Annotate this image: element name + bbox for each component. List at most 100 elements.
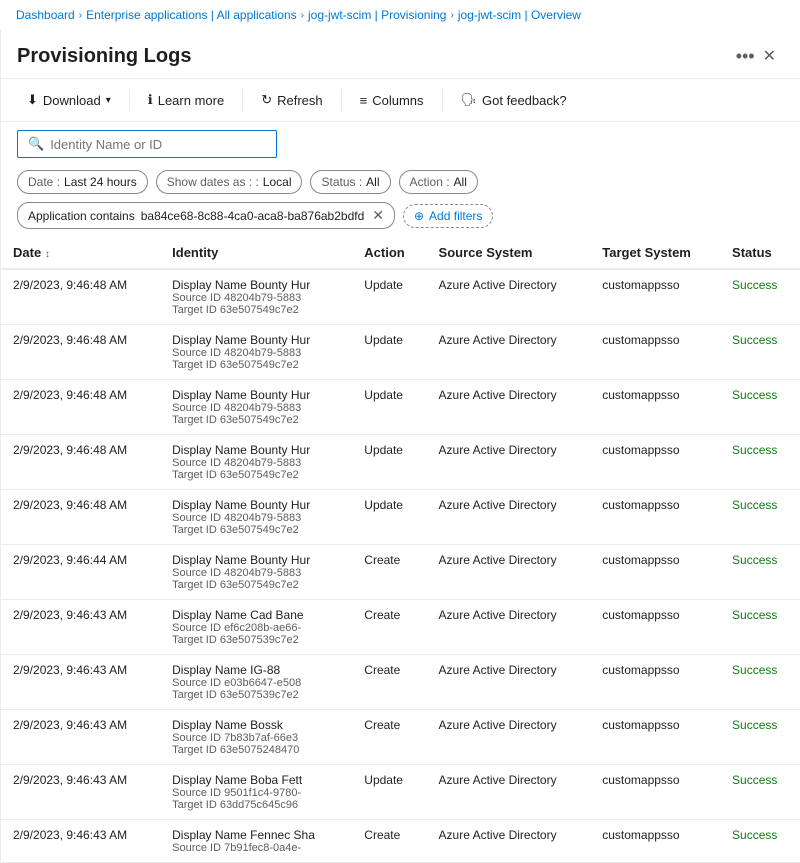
search-input[interactable] [50, 137, 266, 152]
table-row[interactable]: 2/9/2023, 9:46:48 AM Display Name Bounty… [1, 269, 800, 325]
table-row[interactable]: 2/9/2023, 9:46:48 AM Display Name Bounty… [1, 490, 800, 545]
col-date-label: Date [13, 245, 41, 260]
col-action-label: Action [364, 245, 404, 260]
identity-source-id-2: Source ID 48204b79-5883 [172, 402, 340, 414]
refresh-button[interactable]: ↻ Refresh [251, 87, 332, 113]
cell-date-5: 2/9/2023, 9:46:44 AM [1, 545, 160, 600]
cell-identity-5: Display Name Bounty Hur Source ID 48204b… [160, 545, 352, 600]
col-source-system: Source System [427, 237, 591, 269]
app-filter-chip[interactable]: Application contains ba84ce68-8c88-4ca0-… [17, 202, 395, 229]
cell-target-system-7: customappsso [590, 655, 720, 710]
panel-header: Provisioning Logs ••• ✕ [1, 30, 800, 79]
cell-action-0: Update [352, 269, 426, 325]
app-filter-prefix: Application contains [28, 209, 135, 223]
table-row[interactable]: 2/9/2023, 9:46:43 AM Display Name Bossk … [1, 710, 800, 765]
action-filter-chip[interactable]: Action : All [399, 170, 478, 194]
date-filter-label: Date : [28, 175, 60, 189]
identity-target-id-6: Target ID 63e507539c7e2 [172, 634, 340, 646]
cell-identity-2: Display Name Bounty Hur Source ID 48204b… [160, 380, 352, 435]
date-filter-chip[interactable]: Date : Last 24 hours [17, 170, 148, 194]
cell-target-system-5: customappsso [590, 545, 720, 600]
cell-source-system-7: Azure Active Directory [427, 655, 591, 710]
identity-target-id-1: Target ID 63e507549c7e2 [172, 359, 340, 371]
breadcrumb-enterprise-apps[interactable]: Enterprise applications | All applicatio… [86, 8, 297, 22]
col-date[interactable]: Date ↕ [1, 237, 160, 269]
identity-source-id-10: Source ID 7b91fec8-0a4e- [172, 842, 340, 854]
refresh-icon: ↻ [261, 92, 272, 108]
toolbar-separator-1 [129, 90, 130, 110]
status-filter-value: All [366, 175, 379, 189]
close-button[interactable]: ✕ [755, 42, 784, 70]
col-target-system: Target System [590, 237, 720, 269]
columns-button[interactable]: ≡ Columns [350, 88, 434, 113]
breadcrumb-provisioning[interactable]: jog-jwt-scim | Provisioning [308, 8, 447, 22]
identity-target-id-2: Target ID 63e507549c7e2 [172, 414, 340, 426]
download-button[interactable]: ⬇ Download ▾ [17, 87, 121, 113]
cell-source-system-1: Azure Active Directory [427, 325, 591, 380]
identity-name-3: Display Name Bounty Hur [172, 443, 340, 457]
table-row[interactable]: 2/9/2023, 9:46:48 AM Display Name Bounty… [1, 435, 800, 490]
cell-source-system-6: Azure Active Directory [427, 600, 591, 655]
breadcrumb-sep-1: › [79, 10, 82, 21]
identity-source-id-0: Source ID 48204b79-5883 [172, 292, 340, 304]
status-filter-chip[interactable]: Status : All [310, 170, 390, 194]
table-row[interactable]: 2/9/2023, 9:46:43 AM Display Name Cad Ba… [1, 600, 800, 655]
cell-target-system-9: customappsso [590, 765, 720, 820]
cell-target-system-0: customappsso [590, 269, 720, 325]
cell-status-5: Success [720, 545, 800, 600]
breadcrumb-overview[interactable]: jog-jwt-scim | Overview [458, 8, 581, 22]
table-row[interactable]: 2/9/2023, 9:46:43 AM Display Name IG-88 … [1, 655, 800, 710]
cell-action-9: Update [352, 765, 426, 820]
cell-identity-6: Display Name Cad Bane Source ID ef6c208b… [160, 600, 352, 655]
cell-source-system-8: Azure Active Directory [427, 710, 591, 765]
breadcrumb-sep-3: › [450, 10, 453, 21]
cell-source-system-9: Azure Active Directory [427, 765, 591, 820]
cell-target-system-8: customappsso [590, 710, 720, 765]
identity-target-id-0: Target ID 63e507549c7e2 [172, 304, 340, 316]
status-filter-label: Status : [321, 175, 362, 189]
cell-date-0: 2/9/2023, 9:46:48 AM [1, 269, 160, 325]
cell-target-system-10: customappsso [590, 820, 720, 863]
cell-status-0: Success [720, 269, 800, 325]
col-status-label: Status [732, 245, 772, 260]
learn-more-label: Learn more [158, 93, 224, 108]
sort-icon-date: ↕ [45, 249, 50, 260]
cell-identity-7: Display Name IG-88 Source ID e03b6647-e5… [160, 655, 352, 710]
app-filter-value: ba84ce68-8c88-4ca0-aca8-ba876ab2bdfd [141, 209, 365, 223]
show-dates-filter-chip[interactable]: Show dates as : : Local [156, 170, 303, 194]
feedback-button[interactable]: 🗣 Got feedback? [451, 87, 577, 113]
cell-date-1: 2/9/2023, 9:46:48 AM [1, 325, 160, 380]
date-filter-value: Last 24 hours [64, 175, 137, 189]
cell-date-10: 2/9/2023, 9:46:43 AM [1, 820, 160, 863]
feedback-label: Got feedback? [482, 93, 567, 108]
cell-source-system-4: Azure Active Directory [427, 490, 591, 545]
table-row[interactable]: 2/9/2023, 9:46:48 AM Display Name Bounty… [1, 325, 800, 380]
cell-identity-4: Display Name Bounty Hur Source ID 48204b… [160, 490, 352, 545]
identity-name-8: Display Name Bossk [172, 718, 340, 732]
columns-icon: ≡ [360, 93, 368, 108]
cell-source-system-5: Azure Active Directory [427, 545, 591, 600]
cell-action-4: Update [352, 490, 426, 545]
learn-more-button[interactable]: ℹ Learn more [138, 87, 234, 113]
add-filter-icon: ⊕ [414, 209, 424, 223]
table-row[interactable]: 2/9/2023, 9:46:48 AM Display Name Bounty… [1, 380, 800, 435]
info-icon: ℹ [148, 92, 153, 108]
col-source-label: Source System [439, 245, 533, 260]
table-row[interactable]: 2/9/2023, 9:46:43 AM Display Name Fennec… [1, 820, 800, 863]
breadcrumb-dashboard[interactable]: Dashboard [16, 8, 75, 22]
identity-source-id-9: Source ID 9501f1c4-9780- [172, 787, 340, 799]
identity-target-id-5: Target ID 63e507549c7e2 [172, 579, 340, 591]
remove-app-filter-button[interactable]: ✕ [372, 207, 384, 224]
add-filter-button[interactable]: ⊕ Add filters [403, 204, 493, 228]
table-row[interactable]: 2/9/2023, 9:46:43 AM Display Name Boba F… [1, 765, 800, 820]
table-row[interactable]: 2/9/2023, 9:46:44 AM Display Name Bounty… [1, 545, 800, 600]
cell-identity-8: Display Name Bossk Source ID 7b83b7af-66… [160, 710, 352, 765]
cell-action-5: Create [352, 545, 426, 600]
cell-action-10: Create [352, 820, 426, 863]
more-options-button[interactable]: ••• [736, 46, 755, 67]
cell-date-7: 2/9/2023, 9:46:43 AM [1, 655, 160, 710]
show-dates-filter-label: Show dates as : : [167, 175, 259, 189]
table-header-row: Date ↕ Identity Action Source System Tar… [1, 237, 800, 269]
cell-source-system-10: Azure Active Directory [427, 820, 591, 863]
identity-target-id-3: Target ID 63e507549c7e2 [172, 469, 340, 481]
